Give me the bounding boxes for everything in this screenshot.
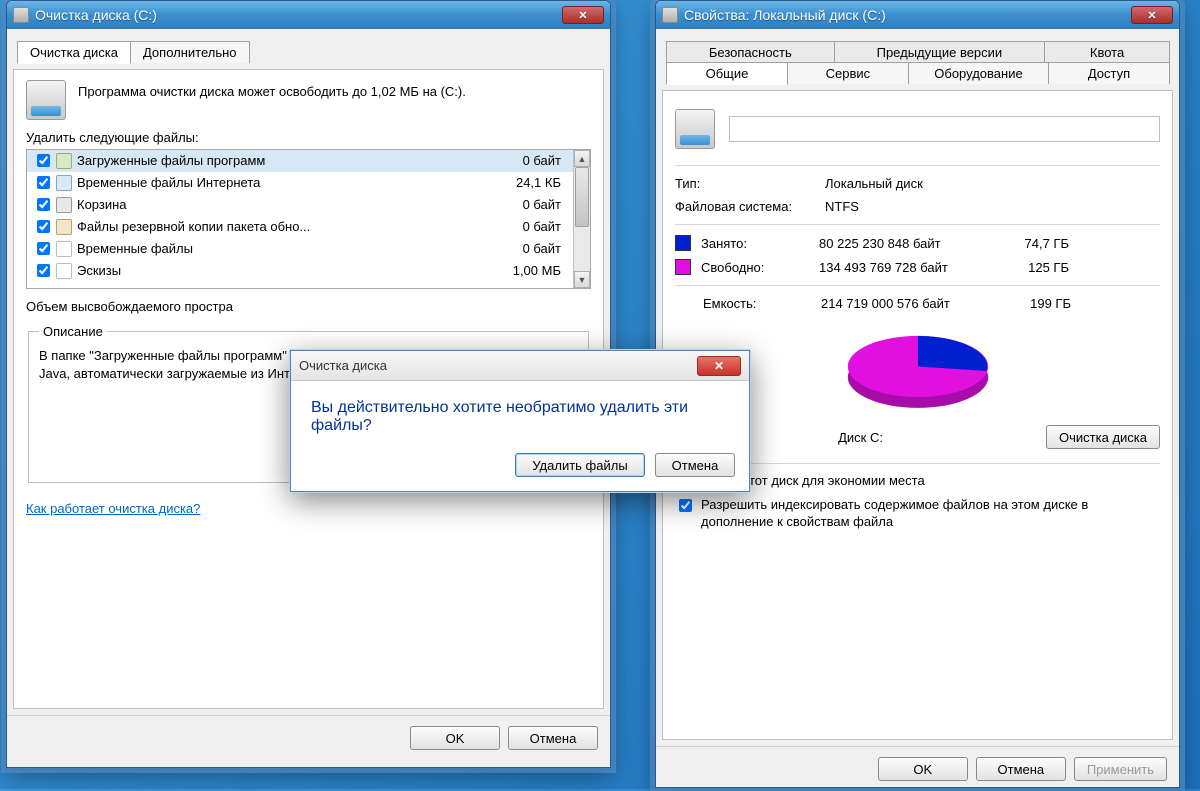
cleanup-titlebar[interactable]: Очистка диска (C:) ✕ [7,1,610,29]
file-size: 0 байт [487,197,567,212]
how-cleanup-works-link[interactable]: Как работает очистка диска? [26,501,200,516]
file-name: Корзина [77,197,487,212]
filesystem-label: Файловая система: [675,199,825,214]
close-button[interactable]: ✕ [697,356,741,376]
type-label: Тип: [675,176,825,191]
ie-cache-icon [56,175,72,191]
disk-icon [26,80,66,120]
temp-file-icon [56,241,72,257]
apply-button[interactable]: Применить [1074,757,1167,781]
delete-following-label: Удалить следующие файлы: [26,130,591,145]
file-row[interactable]: Файлы резервной копии пакета обно... 0 б… [27,216,573,238]
used-bytes: 80 225 230 848 байт [819,236,999,251]
filesystem-value: NTFS [825,199,859,214]
file-name: Загруженные файлы программ [77,153,487,168]
cleanup-tabs: Очистка диска Дополнительно [17,41,600,63]
file-size: 0 байт [487,153,567,168]
type-value: Локальный диск [825,176,923,191]
delete-files-button[interactable]: Удалить файлы [515,453,645,477]
ok-button[interactable]: OK [410,726,500,750]
ok-button[interactable]: OK [878,757,968,781]
file-size: 1,00 МБ [487,263,567,278]
scroll-up-icon[interactable]: ▲ [574,150,590,167]
file-row[interactable]: Корзина 0 байт [27,194,573,216]
file-row[interactable]: Загруженные файлы программ 0 байт [27,150,573,172]
capacity-bytes: 214 719 000 576 байт [821,296,1001,311]
thumbnail-icon [56,263,72,279]
recycle-bin-icon [56,197,72,213]
tab-security[interactable]: Безопасность [666,41,835,63]
file-row[interactable]: Временные файлы Интернета 24,1 КБ [27,172,573,194]
drive-large-icon [675,109,715,149]
tab-hardware[interactable]: Оборудование [908,62,1049,84]
tab-quota[interactable]: Квота [1044,41,1170,63]
volume-label-input[interactable] [729,116,1160,142]
cancel-button[interactable]: Отмена [976,757,1066,781]
properties-title: Свойства: Локальный диск (C:) [684,7,886,23]
properties-titlebar[interactable]: Свойства: Локальный диск (C:) ✕ [656,1,1179,29]
cancel-button[interactable]: Отмена [508,726,598,750]
free-color-swatch [675,259,691,275]
capacity-human: 199 ГБ [1001,296,1071,311]
capacity-label: Емкость: [703,296,821,311]
tab-service[interactable]: Сервис [787,62,909,84]
backup-icon [56,219,72,235]
properties-dialog-buttons: OK Отмена Применить [656,747,1179,791]
cancel-button[interactable]: Отмена [655,453,735,477]
file-row[interactable]: Эскизы 1,00 МБ [27,260,573,282]
scroll-down-icon[interactable]: ▼ [574,271,590,288]
confirm-title: Очистка диска [299,358,387,373]
file-size: 24,1 КБ [487,175,567,190]
file-checkbox[interactable] [37,242,50,255]
cleanup-intro-text: Программа очистки диска может освободить… [78,80,466,99]
confirm-message: Вы действительно хотите необратимо удали… [291,381,749,445]
scroll-thumb[interactable] [575,167,589,227]
close-button[interactable]: ✕ [1131,6,1173,24]
file-name: Временные файлы Интернета [77,175,487,190]
file-checkbox[interactable] [37,176,50,189]
file-name: Временные файлы [77,241,487,256]
free-human: 125 ГБ [999,260,1069,275]
confirm-titlebar[interactable]: Очистка диска ✕ [291,351,749,381]
folder-icon [56,153,72,169]
used-label: Занято: [701,236,819,251]
file-checkbox[interactable] [37,154,50,167]
file-size: 0 байт [487,219,567,234]
file-checkbox[interactable] [37,198,50,211]
tab-cleanup[interactable]: Очистка диска [17,41,131,64]
file-checkbox[interactable] [37,264,50,277]
disk-cleanup-icon [13,7,29,23]
file-checkbox[interactable] [37,220,50,233]
free-bytes: 134 493 769 728 байт [819,260,999,275]
index-label: Разрешить индексировать содержимое файло… [701,497,1160,531]
free-label: Свободно: [701,260,819,275]
cleanup-dialog-buttons: OK Отмена [7,716,610,760]
tab-access[interactable]: Доступ [1048,62,1170,84]
used-color-swatch [675,235,691,251]
capacity-pie-chart [828,321,1008,421]
disk-cleanup-button[interactable]: Очистка диска [1046,425,1160,449]
freed-space-label: Объем высвобождаемого простра [26,299,233,314]
drive-icon [662,7,678,23]
index-checkbox[interactable] [679,499,692,512]
file-row[interactable]: Временные файлы 0 байт [27,238,573,260]
file-list-scrollbar[interactable]: ▲ ▼ [573,150,590,288]
tab-previous-versions[interactable]: Предыдущие версии [834,41,1045,63]
close-button[interactable]: ✕ [562,6,604,24]
cleanup-title: Очистка диска (C:) [35,7,157,23]
description-legend: Описание [39,324,107,339]
used-human: 74,7 ГБ [999,236,1069,251]
tab-additional[interactable]: Дополнительно [130,41,250,63]
tab-general[interactable]: Общие [666,62,788,85]
file-size: 0 байт [487,241,567,256]
file-name: Эскизы [77,263,487,278]
file-list: Загруженные файлы программ 0 байт Времен… [26,149,591,289]
file-name: Файлы резервной копии пакета обно... [77,219,487,234]
confirm-delete-dialog: Очистка диска ✕ Вы действительно хотите … [290,350,750,492]
